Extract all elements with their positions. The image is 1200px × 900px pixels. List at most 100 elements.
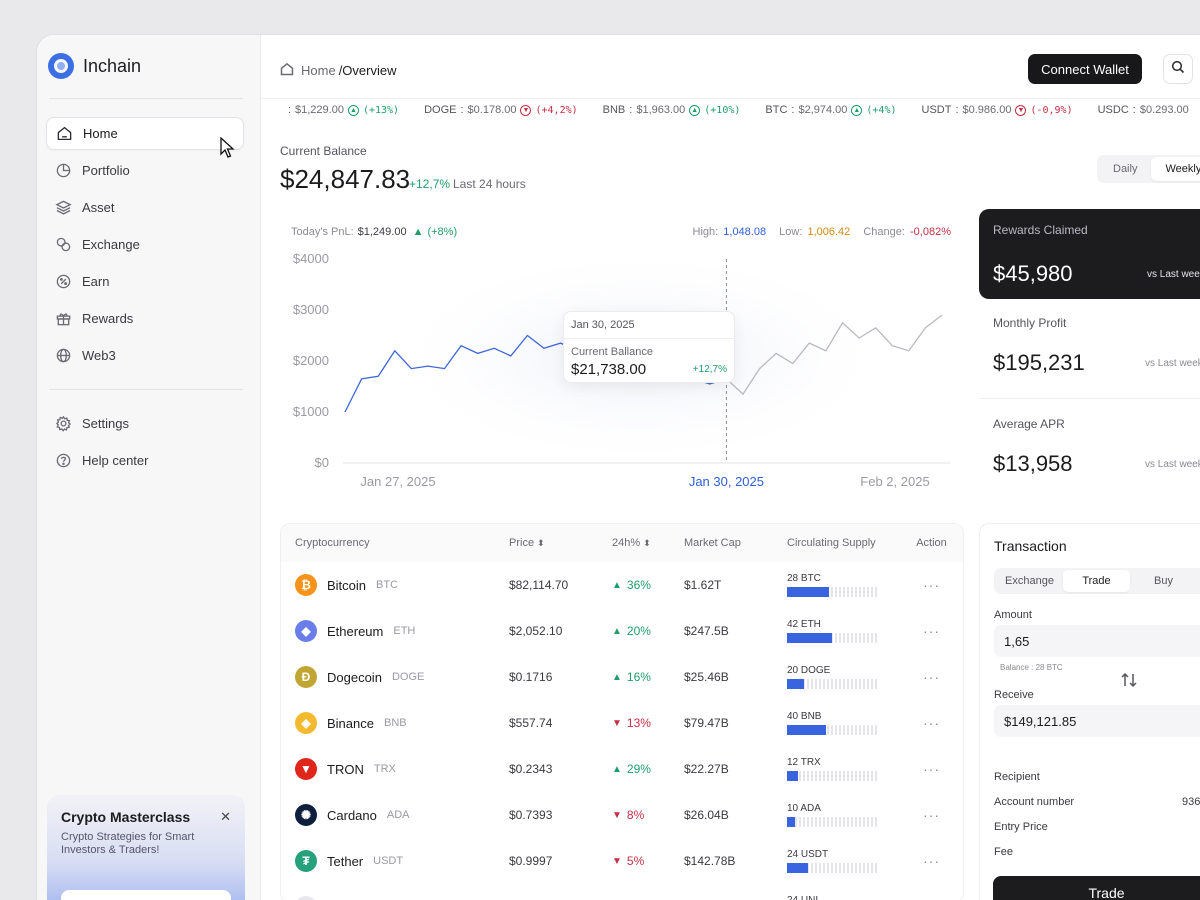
sidebar-item-asset[interactable]: Asset bbox=[46, 191, 244, 224]
more-icon[interactable]: ··· bbox=[923, 853, 940, 869]
coin bbox=[295, 896, 509, 900]
supply-text: 40 BNB bbox=[787, 711, 822, 722]
rewards-card[interactable]: Rewards Claimed $45,980 vs Last week bbox=[979, 209, 1200, 299]
exchange-icon bbox=[54, 236, 72, 254]
cell-price: $0.7393 bbox=[509, 808, 553, 822]
col-market-cap: Market Cap bbox=[684, 537, 741, 549]
metric-value: $195,231 bbox=[993, 350, 1085, 375]
period-weekly[interactable]: Weekly bbox=[1151, 157, 1200, 181]
connect-wallet-button[interactable]: Connect Wallet bbox=[1028, 54, 1142, 84]
swap-icon[interactable] bbox=[1119, 670, 1139, 695]
sidebar-bottom-nav: Settings Help center bbox=[46, 407, 244, 481]
globe-icon bbox=[54, 347, 72, 365]
search-button[interactable] bbox=[1163, 54, 1193, 84]
change-label: Change: bbox=[863, 226, 905, 238]
sidebar-item-earn[interactable]: Earn bbox=[46, 265, 244, 298]
breadcrumb: Home /Overview bbox=[280, 62, 396, 79]
more-icon[interactable]: ··· bbox=[923, 807, 940, 823]
sidebar-item-settings[interactable]: Settings bbox=[46, 407, 244, 440]
tab-buy[interactable]: Buy bbox=[1130, 570, 1197, 592]
col-price[interactable]: Price ⬍ bbox=[509, 524, 612, 562]
table-row[interactable]: ✺ Cardano ADA $0.7393 ▼ 8% $26.04B 10 ADA ··· bbox=[281, 792, 963, 838]
tab-exchange[interactable]: Exchange bbox=[996, 570, 1063, 592]
cell-supply: 28 BTC bbox=[787, 562, 900, 608]
coin-name: Cardano bbox=[327, 807, 377, 823]
ticker-item[interactable]: USDT: $0.986.00 ▼ (-0,9%) bbox=[922, 104, 1073, 116]
change-text: 13% bbox=[626, 716, 651, 730]
tooltip-label: Current Ballance bbox=[571, 346, 653, 358]
high-label: High: bbox=[692, 226, 719, 238]
change-text: 16% bbox=[626, 670, 651, 684]
pnl-value: $1,249.00 bbox=[357, 226, 407, 238]
col-change[interactable]: 24h% ⬍ bbox=[612, 524, 684, 562]
more-icon[interactable]: ··· bbox=[923, 577, 940, 593]
coin-symbol: BTC bbox=[376, 579, 399, 591]
table-row[interactable]: ◈ Binance BNB $557.74 ▼ 13% $79.47B 40 BNB ··· bbox=[281, 700, 963, 746]
cell-action: ··· bbox=[900, 884, 963, 900]
sort-icon[interactable]: ⬍ bbox=[537, 538, 545, 548]
cell-price: $0.2343 bbox=[509, 762, 553, 776]
more-icon[interactable]: ··· bbox=[923, 669, 940, 685]
promo-subtitle: Crypto Strategies for Smart Investors & … bbox=[61, 831, 195, 856]
sidebar-item-help-center[interactable]: Help center bbox=[46, 444, 244, 477]
more-icon[interactable]: ··· bbox=[923, 715, 940, 731]
sidebar-item-home[interactable]: Home bbox=[46, 117, 244, 150]
more-icon[interactable]: ··· bbox=[923, 623, 940, 639]
supply-bar-fill bbox=[787, 587, 830, 597]
monthly-profit-card: Monthly Profit $195,231 vs Last week bbox=[979, 304, 1200, 399]
sidebar-item-portfolio[interactable]: Portfolio bbox=[46, 154, 244, 187]
period-daily[interactable]: Daily bbox=[1099, 157, 1151, 181]
breadcrumb-home[interactable]: Home bbox=[301, 63, 336, 78]
tab-trade[interactable]: Trade bbox=[1063, 570, 1130, 592]
fee-label: Fee bbox=[994, 846, 1013, 858]
sidebar-item-web3[interactable]: Web3 bbox=[46, 339, 244, 372]
ticker-item[interactable]: DOGE: $0.178.00 ▼ (+4,2%) bbox=[424, 104, 578, 116]
account-value: 936 bbox=[1182, 796, 1200, 808]
balance-change: +12,7% bbox=[409, 177, 451, 191]
ticker-item[interactable]: USDC: $0.293.00 bbox=[1098, 104, 1189, 116]
recipient-row: Recipient bbox=[994, 771, 1200, 783]
coin-symbol: DOGE bbox=[391, 671, 425, 683]
close-icon[interactable]: ✕ bbox=[220, 809, 231, 825]
ticker-price: $1,963.00 bbox=[636, 104, 686, 116]
trade-button[interactable]: Trade bbox=[993, 876, 1200, 900]
amount-field[interactable] bbox=[994, 625, 1200, 657]
change-text: 29% bbox=[626, 762, 651, 776]
table-row[interactable]: ◆ Ethereum ETH $2,052.10 ▲ 20% $247.5B 42 ETH ··… bbox=[281, 608, 963, 654]
brand[interactable]: Inchain bbox=[48, 53, 141, 79]
ticker-item[interactable]: H:$1,229.00▲(+13%) bbox=[284, 104, 399, 116]
col-change-label: 24h% bbox=[612, 537, 641, 549]
up-arrow-icon: ▲ bbox=[347, 104, 359, 116]
supply-bar-fill bbox=[787, 633, 833, 643]
table-row[interactable]: ▼ TRON TRX $0.2343 ▲ 29% $22.27B 12 TRX ··· bbox=[281, 746, 963, 792]
coin-logo-icon: ✺ bbox=[295, 804, 317, 826]
receive-field[interactable] bbox=[994, 705, 1200, 737]
recipient-label: Recipient bbox=[994, 771, 1040, 783]
cell-change: ▲ 29% bbox=[612, 746, 684, 792]
table-row[interactable]: ₮ Tether USDT $0.9997 ▼ 5% $142.78B 24 USDT ··· bbox=[281, 838, 963, 884]
sidebar-item-label: Earn bbox=[82, 274, 110, 289]
more-icon[interactable]: ··· bbox=[923, 761, 940, 777]
metric-label: Average APR bbox=[993, 417, 1065, 431]
supply-bar bbox=[787, 587, 879, 597]
rewards-compare: vs Last week bbox=[1147, 269, 1200, 280]
table-row[interactable]: Ð Dogecoin DOGE $0.1716 ▲ 16% $25.46B 20 DOGE ··… bbox=[281, 654, 963, 700]
promo-button[interactable] bbox=[61, 890, 231, 900]
sort-icon[interactable]: ⬍ bbox=[643, 538, 651, 548]
x-tick-label: Jan 30, 2025 bbox=[689, 474, 764, 489]
ticker-symbol: BNB bbox=[602, 104, 626, 116]
coin-name: Ethereum bbox=[327, 623, 384, 639]
promo-card: Crypto Masterclass Crypto Strategies for… bbox=[47, 795, 245, 900]
y-tick-label: $1000 bbox=[293, 404, 329, 419]
metric-compare: vs Last week bbox=[1145, 358, 1200, 369]
table-row[interactable]: 24 UNI··· bbox=[281, 884, 963, 900]
ticker-separator: : bbox=[1132, 104, 1136, 116]
x-tick-label: Feb 2, 2025 bbox=[860, 474, 929, 489]
sidebar-item-exchange[interactable]: Exchange bbox=[46, 228, 244, 261]
ticker-item[interactable]: BNB: $1,963.00 ▲ (+10%) bbox=[603, 104, 741, 116]
table-row[interactable]: ₿ Bitcoin BTC $82,114.70 ▲ 36% $1.62T 28 BTC ··· bbox=[281, 562, 963, 608]
sidebar-item-rewards[interactable]: Rewards bbox=[46, 302, 244, 335]
cell-change: ▲ 36% bbox=[612, 562, 684, 608]
ticker-item[interactable]: BTC: $2,974.00 ▲ (+4%) bbox=[765, 104, 896, 116]
high-value: 1,048.08 bbox=[723, 226, 767, 238]
